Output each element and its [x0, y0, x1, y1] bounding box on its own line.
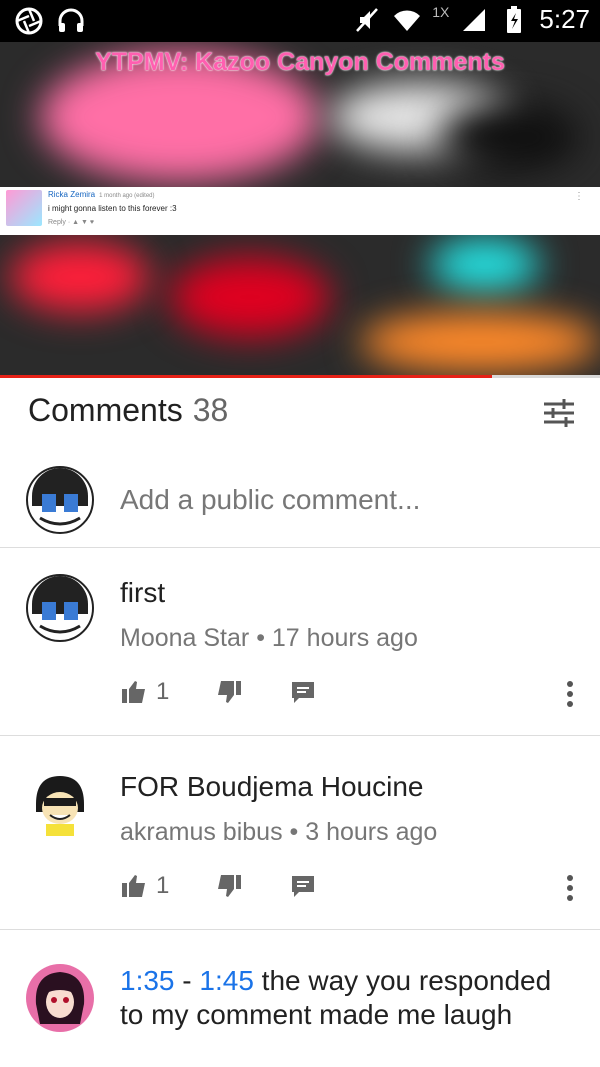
video-frame-blur — [360, 312, 600, 372]
comments-header: Comments 38 — [28, 392, 228, 429]
like-button[interactable]: 1 — [120, 678, 169, 706]
headphones-icon — [58, 8, 84, 32]
comment-meta: Moona Star • 17 hours ago — [120, 624, 418, 653]
comment-item: FOR Boudjema Houcine akramus bibus • 3 h… — [0, 736, 600, 929]
aperture-icon — [15, 7, 43, 35]
clock: 5:27 — [539, 4, 590, 34]
battery-icon — [507, 5, 522, 33]
comment-author[interactable]: Moona Star — [120, 624, 249, 652]
comment-time: 17 hours ago — [271, 624, 418, 652]
comment-text: FOR Boudjema Houcine — [120, 771, 424, 802]
video-frame-blur — [430, 237, 540, 292]
avatar[interactable] — [26, 574, 94, 642]
video-frame-blur — [10, 242, 150, 312]
comment-text: first — [120, 577, 166, 608]
more-vert-icon[interactable] — [564, 680, 576, 708]
avatar[interactable] — [26, 964, 94, 1032]
comment-item: 1:35 - 1:45 the way you responded to my … — [0, 930, 600, 1067]
like-count: 1 — [156, 678, 170, 705]
meta-separator: • — [282, 818, 306, 846]
comment-actions: 1 — [120, 678, 317, 706]
comments-label: Comments — [28, 392, 183, 428]
network-type-label: 1X — [432, 3, 450, 20]
embedded-comment-author: Ricka Zemira 1 month ago (edited) — [48, 190, 155, 199]
more-vert-icon[interactable] — [564, 874, 576, 902]
comment-time: 3 hours ago — [305, 818, 438, 846]
comments-count: 38 — [192, 392, 229, 428]
thumbs-up-icon — [122, 875, 145, 897]
reply-icon[interactable] — [289, 872, 317, 900]
timestamp-link[interactable]: 1:45 — [199, 965, 254, 996]
comment-actions: 1 — [120, 872, 317, 900]
mute-icon — [356, 7, 379, 32]
thumbs-down-icon: ▼ — [81, 219, 88, 226]
embedded-comment-time: 1 month ago (edited) — [99, 193, 155, 199]
video-title: YTPMV: Kazoo Canyon Comments — [95, 48, 505, 76]
embedded-comment-actions: Reply · ▲ ▼ ♥ — [48, 219, 94, 226]
video-progress-bar[interactable] — [0, 375, 600, 378]
video-frame-blur — [440, 102, 580, 172]
embedded-comment-text: i might gonna listen to this forever :3 — [48, 204, 177, 213]
avatar[interactable] — [26, 768, 94, 836]
meta-separator: • — [249, 624, 272, 652]
wifi-icon — [394, 9, 421, 31]
reply-icon[interactable] — [289, 678, 317, 706]
embedded-reply-label: Reply · — [48, 219, 71, 226]
thumbs-down-icon[interactable] — [215, 678, 243, 706]
add-comment-input[interactable]: Add a public comment... — [120, 484, 420, 516]
video-progress-fill — [0, 375, 492, 378]
comment-meta: akramus bibus • 3 hours ago — [120, 818, 437, 847]
thumbs-up-icon — [122, 681, 145, 703]
embedded-comment-card: Ricka Zemira 1 month ago (edited) i might… — [0, 187, 600, 235]
video-player[interactable]: YTPMV: Kazoo Canyon Comments Ricka Zemir… — [0, 42, 600, 378]
video-frame-blur — [170, 257, 330, 337]
heart-icon: ♥ — [89, 219, 95, 226]
sort-filter-icon[interactable] — [542, 398, 576, 428]
like-button[interactable]: 1 — [120, 872, 169, 900]
thumbs-down-icon[interactable] — [215, 872, 243, 900]
comment-item: first Moona Star • 17 hours ago 1 — [0, 548, 600, 736]
signal-icon — [463, 8, 486, 31]
add-comment-row[interactable]: Add a public comment... — [0, 462, 600, 548]
like-count: 1 — [156, 872, 170, 899]
comment-text: 1:35 - 1:45 the way you responded to my … — [120, 964, 580, 1032]
timestamp-separator: - — [174, 965, 200, 996]
avatar — [26, 466, 94, 534]
comment-author[interactable]: akramus bibus — [120, 818, 283, 846]
more-vert-icon: ⋮ — [574, 191, 584, 202]
status-bar: 1X 5:27 — [0, 0, 600, 42]
timestamp-link[interactable]: 1:35 — [120, 965, 175, 996]
embedded-author-name: Ricka Zemira — [48, 190, 96, 199]
avatar — [6, 190, 42, 226]
thumbs-up-icon: ▲ — [72, 219, 80, 226]
